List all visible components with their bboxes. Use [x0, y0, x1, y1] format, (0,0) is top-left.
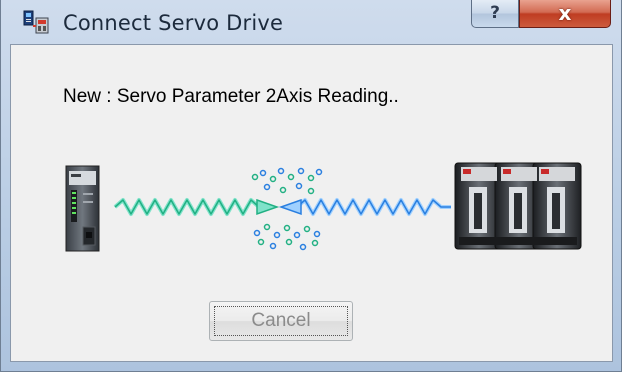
servo-drives-icon [454, 162, 582, 250]
focus-rectangle [214, 306, 348, 336]
plc-controller-icon [65, 165, 100, 252]
dialog-window: Connect Servo Drive ? x New : Servo Para… [0, 0, 622, 372]
transfer-wave-icon [113, 167, 451, 251]
window-title: Connect Servo Drive [63, 11, 284, 35]
dialog-body: New : Servo Parameter 2Axis Reading.. Ca… [10, 44, 613, 362]
cancel-button[interactable]: Cancel [209, 301, 353, 341]
help-button[interactable]: ? [471, 0, 519, 28]
close-button[interactable]: x [519, 0, 611, 28]
connect-drive-icon [23, 10, 49, 34]
title-bar[interactable]: Connect Servo Drive ? x [1, 0, 621, 44]
